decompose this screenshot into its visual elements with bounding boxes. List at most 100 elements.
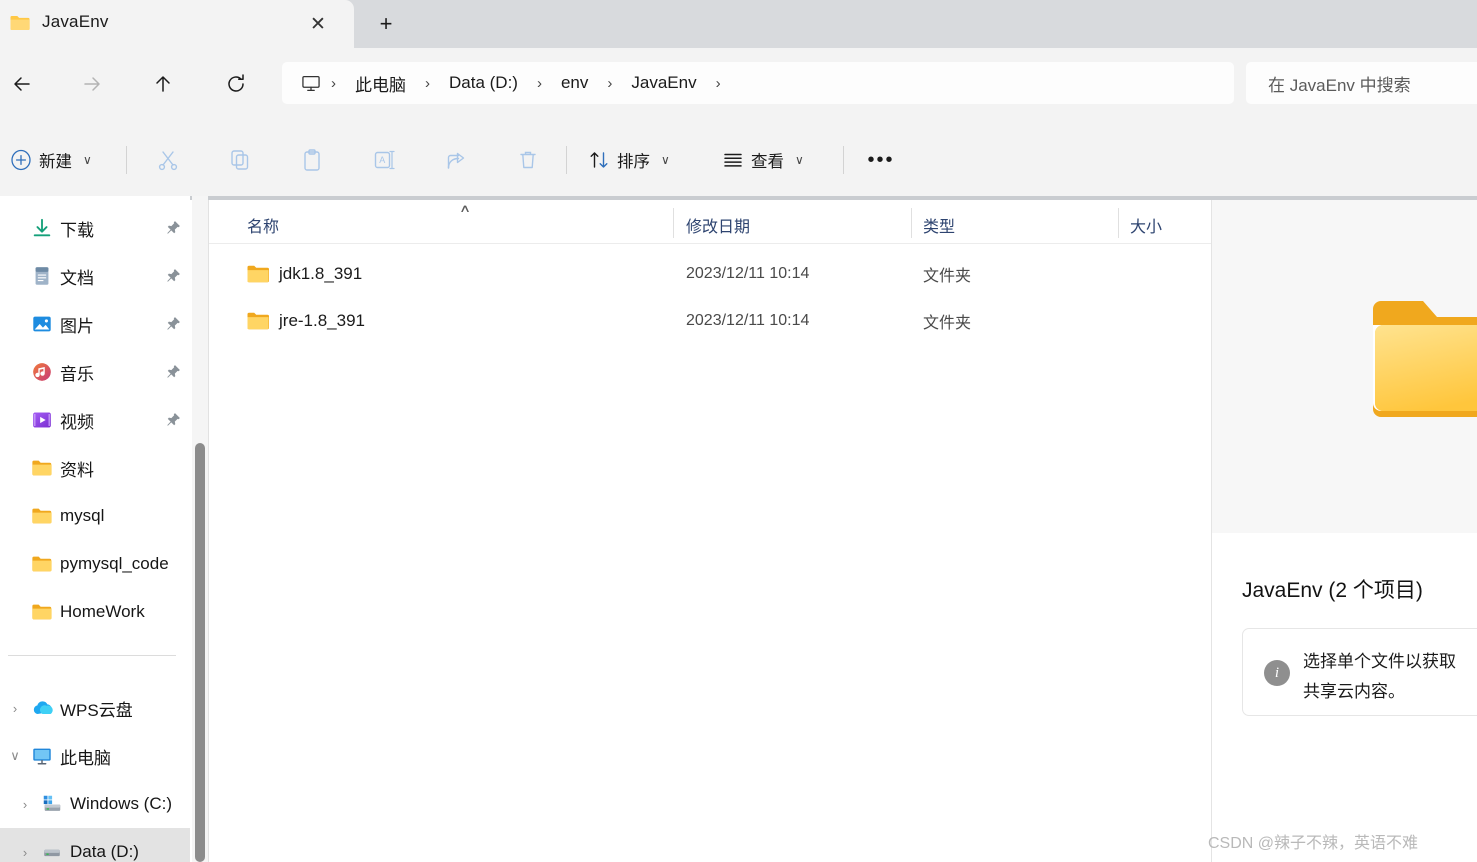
details-info-text: 选择单个文件以获取 共享云内容。	[1303, 647, 1477, 707]
cloud-icon	[33, 701, 53, 714]
sidebar-item-8[interactable]: HomeWork	[0, 588, 190, 636]
up-button[interactable]	[143, 64, 183, 104]
column-header-date[interactable]: 修改日期	[686, 213, 750, 237]
copy-button[interactable]	[220, 141, 260, 179]
drive-icon	[44, 849, 60, 857]
folder-icon	[30, 552, 54, 576]
table-row[interactable]: jre-1.8_391 2023/12/11 10:14 文件夹	[209, 297, 1211, 344]
tab-javaenv[interactable]: JavaEnv ✕	[0, 0, 354, 48]
breadcrumb-separator: ›	[715, 74, 721, 92]
folder-icon	[247, 312, 269, 329]
toolbar-divider	[126, 146, 127, 174]
sidebar-section-divider	[8, 655, 176, 656]
sidebar-item-label: 资料	[60, 460, 94, 480]
documents-icon	[30, 264, 54, 288]
back-button[interactable]	[2, 64, 42, 104]
column-header-type[interactable]: 类型	[923, 213, 955, 237]
chevron-right-icon[interactable]: ›	[6, 699, 24, 717]
sidebar-item-12[interactable]: › Data (D:)	[0, 828, 190, 862]
file-name: jre-1.8_391	[279, 310, 366, 330]
table-row[interactable]: jdk1.8_391 2023/12/11 10:14 文件夹	[209, 250, 1211, 297]
sidebar-item-label: HomeWork	[60, 602, 145, 621]
close-icon[interactable]: ✕	[305, 12, 331, 36]
sidebar-item-3[interactable]: 音乐	[0, 348, 190, 396]
column-header-size[interactable]: 大小	[1130, 213, 1162, 237]
chevron-down-icon: ∨	[795, 153, 804, 167]
share-button[interactable]	[436, 141, 476, 179]
address-bar[interactable]: › 此电脑 › Data (D:) › env › JavaEnv ›	[282, 62, 1234, 104]
refresh-button[interactable]	[216, 64, 256, 104]
column-headers: ∧ 名称 修改日期 类型 大小	[209, 200, 1211, 244]
pin-icon[interactable]	[166, 364, 181, 379]
sidebar-item-4[interactable]: 视频	[0, 396, 190, 444]
sidebar-item-7[interactable]: pymysql_code	[0, 540, 190, 588]
sidebar-item-label: mysql	[60, 506, 105, 525]
pin-icon[interactable]	[166, 268, 181, 283]
chevron-right-icon[interactable]: ›	[16, 843, 34, 861]
sidebar-item-11[interactable]: › Windows (C:)	[0, 780, 190, 828]
pin-icon[interactable]	[166, 220, 181, 236]
sidebar-item-label: Windows (C:)	[70, 794, 173, 813]
pin-icon[interactable]	[166, 220, 181, 235]
breadcrumb-item-javaenv[interactable]: JavaEnv	[621, 70, 706, 96]
new-tab-button[interactable]: +	[366, 8, 406, 40]
forward-button[interactable]	[72, 64, 112, 104]
navigation-pane: 下载 文档 图片音乐视频资料 mysql pymysql_code HomeWork › WP…	[0, 196, 190, 862]
delete-button[interactable]	[508, 141, 548, 179]
pin-icon[interactable]	[166, 316, 181, 332]
column-divider[interactable]	[673, 208, 674, 238]
this-pc-icon[interactable]	[300, 72, 322, 94]
chevron-right-icon[interactable]: ›	[16, 795, 34, 813]
tab-title: JavaEnv	[42, 12, 109, 31]
pin-icon[interactable]	[166, 412, 181, 428]
folder-icon	[247, 265, 269, 282]
folder-icon	[30, 600, 54, 624]
file-name: jdk1.8_391	[279, 263, 363, 283]
share-icon	[447, 152, 465, 169]
sidebar-item-10[interactable]: ∨ 此电脑	[0, 732, 190, 780]
pin-icon[interactable]	[166, 316, 181, 331]
more-options-button[interactable]: •••	[860, 142, 902, 178]
pin-icon[interactable]	[166, 412, 181, 427]
chevron-down-icon[interactable]: ∨	[6, 747, 24, 765]
pin-icon[interactable]	[166, 268, 181, 284]
breadcrumb-separator: ›	[607, 74, 613, 92]
sidebar-item-0[interactable]: 下载	[0, 204, 190, 252]
videos-icon	[30, 408, 54, 432]
sidebar-item-5[interactable]: 资料	[0, 444, 190, 492]
details-info-line-1: 选择单个文件以获取	[1303, 652, 1456, 671]
view-button[interactable]: 查看 ∨	[722, 142, 804, 178]
file-type: 文件夹	[923, 267, 972, 285]
breadcrumb-separator: ›	[425, 74, 430, 92]
arrow-right-icon	[84, 77, 100, 91]
sidebar-item-1[interactable]: 文档	[0, 252, 190, 300]
rename-button[interactable]: A	[364, 141, 404, 179]
file-type: 文件夹	[923, 314, 972, 332]
breadcrumb-item-this-pc[interactable]: 此电脑	[345, 68, 416, 99]
sidebar-scrollbar-thumb[interactable]	[195, 443, 205, 862]
sidebar-item-9[interactable]: › WPS云盘	[0, 684, 190, 732]
folder-icon	[32, 604, 52, 620]
pin-icon[interactable]	[166, 364, 181, 380]
column-divider[interactable]	[1118, 208, 1119, 238]
watermark: CSDN @辣子不辣，英语不难	[1208, 835, 1419, 852]
cut-button[interactable]	[148, 141, 188, 179]
new-button[interactable]: 新建 ∨	[10, 142, 92, 178]
sidebar-item-6[interactable]: mysql	[0, 492, 190, 540]
clipboard-icon	[304, 149, 320, 171]
breadcrumb-item-env[interactable]: env	[551, 70, 598, 96]
breadcrumb-item-data-d[interactable]: Data (D:)	[439, 70, 528, 96]
search-input[interactable]: 在 JavaEnv 中搜索	[1246, 62, 1477, 104]
sidebar-item-2[interactable]: 图片	[0, 300, 190, 348]
drive-icon	[40, 840, 64, 862]
column-divider[interactable]	[911, 208, 912, 238]
view-list-icon	[724, 153, 742, 167]
scissors-icon	[158, 151, 178, 171]
details-info-line-2: 共享云内容。	[1303, 682, 1405, 701]
trash-icon	[520, 151, 536, 169]
sidebar-item-label: 音乐	[60, 364, 94, 384]
column-header-name[interactable]: 名称	[247, 213, 279, 237]
sort-button[interactable]: 排序 ∨	[588, 142, 670, 178]
paste-button[interactable]	[292, 141, 332, 179]
folder-icon	[32, 508, 52, 524]
